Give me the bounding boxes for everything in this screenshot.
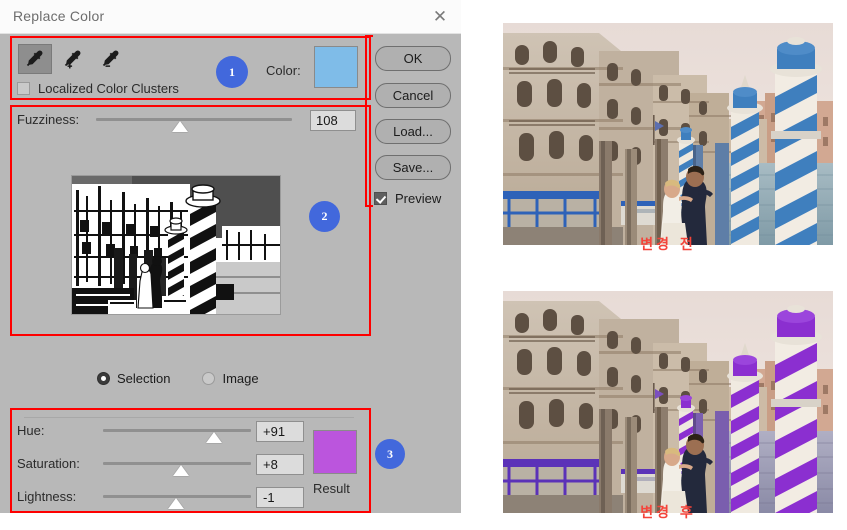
radio-image-label: Image: [222, 371, 259, 386]
hsl-divider: [24, 417, 354, 418]
pole-large: [770, 305, 822, 513]
dialog-title: Replace Color: [13, 8, 105, 24]
fuzziness-slider-handle[interactable]: [172, 121, 189, 132]
caption-after: 변경 후: [640, 505, 696, 521]
color-label: Color:: [266, 63, 301, 78]
localized-color-clusters-row[interactable]: Localized Color Clusters: [17, 81, 179, 96]
hue-slider-handle[interactable]: [206, 432, 222, 443]
cancel-button[interactable]: Cancel: [375, 83, 451, 108]
pole-large: [770, 37, 822, 245]
ok-button[interactable]: OK: [375, 46, 451, 71]
localized-color-clusters-checkbox[interactable]: [17, 82, 30, 95]
annotation-badge-1: 1: [216, 56, 248, 88]
photo-after-image: [503, 291, 833, 513]
mask-preview-image: [72, 176, 280, 314]
eyedropper-plus-icon[interactable]: [56, 44, 90, 74]
fuzziness-label: Fuzziness:: [17, 112, 80, 127]
saturation-input[interactable]: +8: [256, 454, 304, 475]
lightness-input[interactable]: -1: [256, 487, 304, 508]
eyedropper-icon[interactable]: [18, 44, 52, 74]
saturation-slider-handle[interactable]: [173, 465, 190, 476]
radio-selection-label: Selection: [117, 371, 171, 386]
radio-selection-indicator[interactable]: [97, 372, 110, 385]
eyedropper-minus-icon[interactable]: [94, 44, 128, 74]
replace-color-dialog: Replace Color ✕ Localized Color Clusters…: [0, 0, 461, 513]
fuzziness-input[interactable]: 108: [310, 110, 356, 131]
radio-image[interactable]: Image: [202, 371, 259, 386]
annotation-bracket-buttons: [365, 35, 373, 207]
hue-slider-track[interactable]: [103, 429, 251, 432]
hue-input[interactable]: +91: [256, 421, 304, 442]
mask-preview-thumbnail[interactable]: [71, 175, 281, 315]
load-button[interactable]: Load...: [375, 119, 451, 144]
eyedropper-glyph: [26, 50, 43, 67]
photo-after: [503, 291, 833, 513]
lightness-label: Lightness:: [17, 489, 77, 504]
save-button[interactable]: Save...: [375, 155, 451, 180]
annotation-badge-3: 3: [375, 439, 405, 469]
radio-selection[interactable]: Selection: [97, 371, 170, 386]
photo-before-image: [503, 23, 833, 245]
result-label: Result: [313, 481, 350, 496]
close-icon[interactable]: ✕: [429, 7, 451, 27]
result-swatch: [313, 430, 357, 474]
dialog-titlebar: Replace Color ✕: [0, 0, 461, 34]
caption-before: 변경 전: [640, 237, 696, 253]
eyedropper-plus-glyph: [64, 50, 81, 69]
photo-before: [503, 23, 833, 245]
preview-mode-radio-group: Selection Image: [97, 371, 259, 386]
lightness-slider-handle[interactable]: [167, 498, 184, 509]
annotation-badge-2: 2: [309, 201, 340, 232]
color-swatch[interactable]: [314, 46, 358, 88]
preview-label: Preview: [395, 191, 442, 206]
saturation-label: Saturation:: [17, 456, 80, 471]
eyedropper-minus-glyph: [102, 50, 119, 67]
fuzziness-slider-track[interactable]: [96, 118, 292, 121]
preview-checkbox[interactable]: [374, 192, 387, 205]
hue-label: Hue:: [17, 423, 45, 438]
radio-image-indicator[interactable]: [202, 372, 216, 385]
localized-color-clusters-label: Localized Color Clusters: [38, 81, 179, 96]
preview-checkbox-row[interactable]: Preview: [374, 191, 441, 206]
